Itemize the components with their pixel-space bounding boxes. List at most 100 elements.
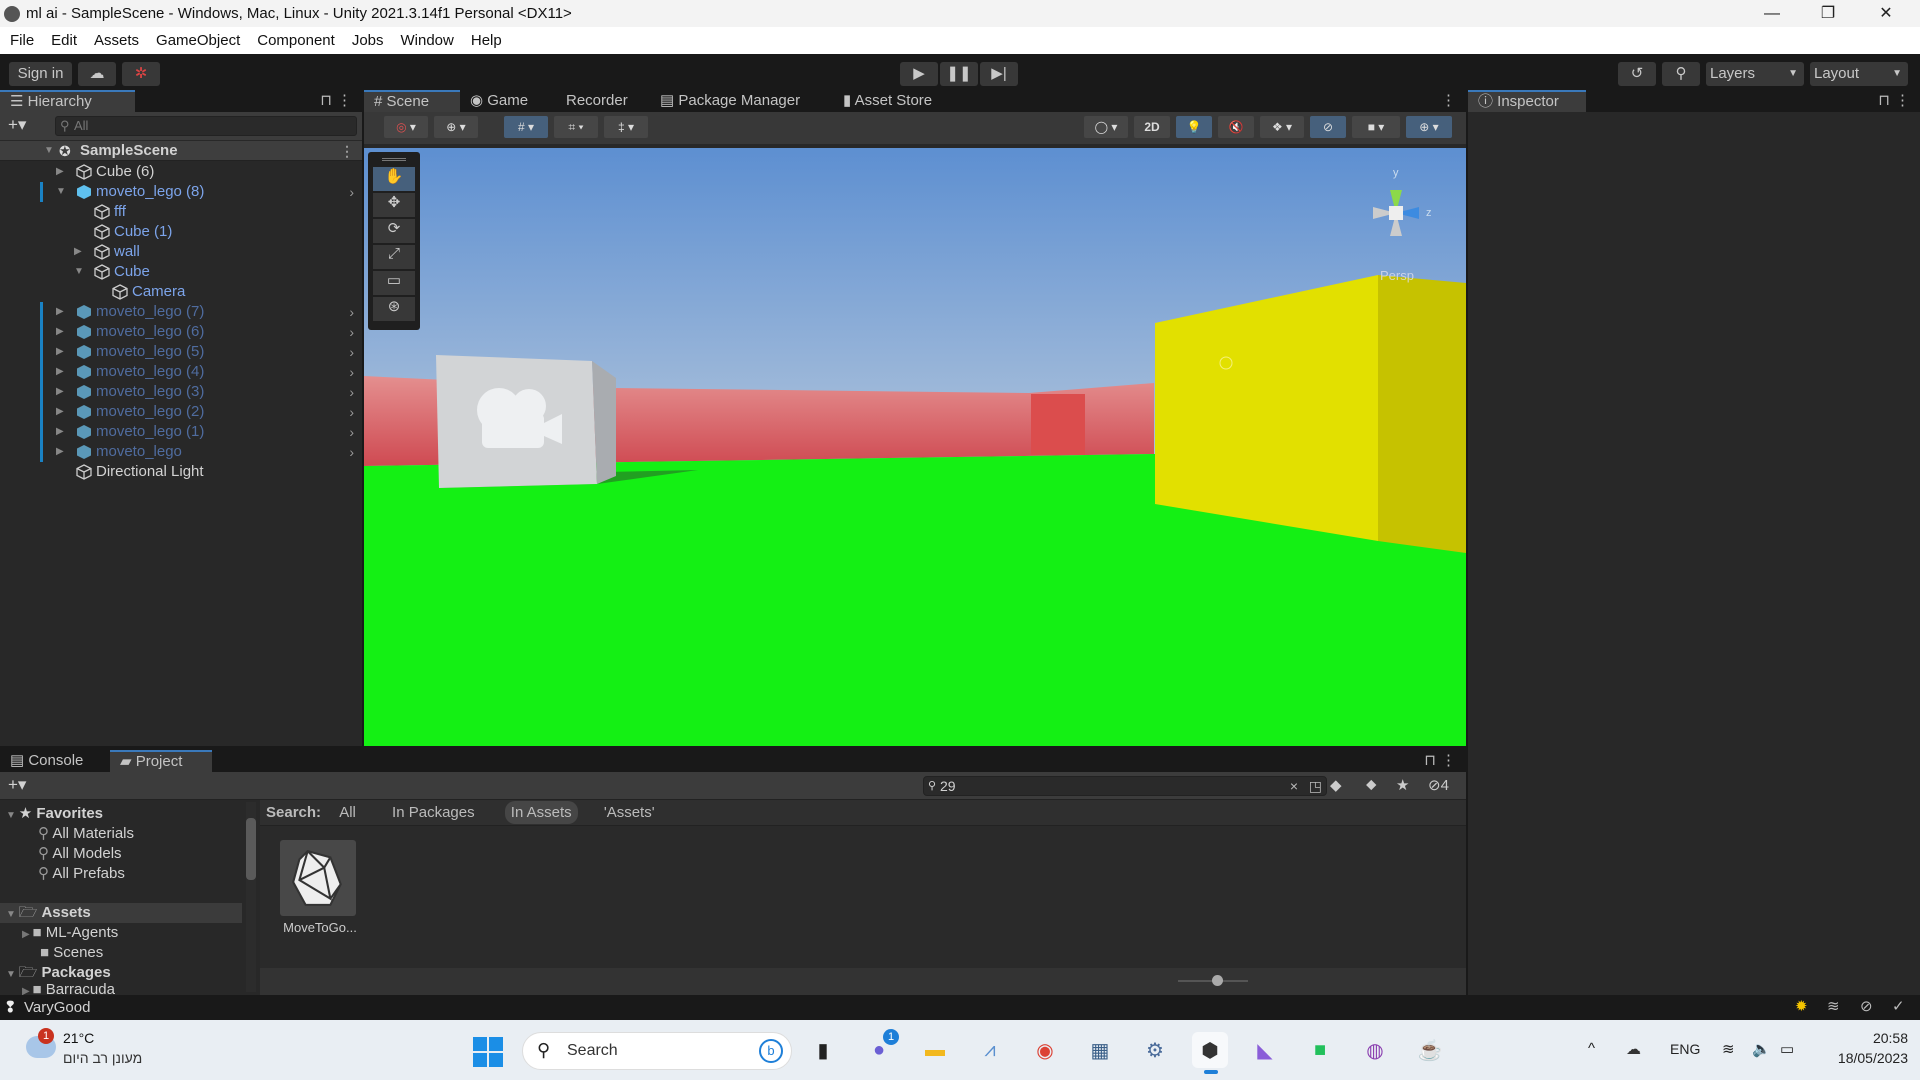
hierarchy-item[interactable]: ▶ wall	[0, 242, 362, 262]
global-local-dropdown[interactable]: ⊕ ▾	[434, 116, 478, 138]
open-prefab-chevron-icon[interactable]: ›	[349, 322, 354, 342]
hierarchy-item[interactable]: ▶ moveto_lego (7) ›	[0, 302, 362, 322]
expand-arrow-icon[interactable]: ▶	[56, 422, 64, 442]
layout-dropdown[interactable]: Layout ▼	[1810, 62, 1908, 86]
expand-arrow-icon[interactable]: ▶	[56, 442, 64, 462]
hierarchy-item[interactable]: Camera	[0, 282, 362, 302]
favorite-all-materials[interactable]: ⚲ All Materials	[38, 824, 134, 844]
expand-arrow-icon[interactable]: ▶	[56, 302, 64, 322]
hierarchy-item[interactable]: ▶ moveto_lego (1) ›	[0, 422, 362, 442]
scenes-folder[interactable]: ■ Scenes	[40, 943, 103, 963]
wifi-icon[interactable]: ≋	[1722, 1040, 1735, 1058]
taskbar-search-box[interactable]: ⚲ Search b	[522, 1032, 792, 1070]
menu-gameobject[interactable]: GameObject	[156, 32, 240, 49]
scene-visibility-toggle[interactable]: ⊘	[1310, 116, 1346, 138]
tab-asset-store[interactable]: ▮ Asset Store	[833, 90, 942, 112]
search-by-label-icon[interactable]: ⬥	[1366, 776, 1377, 793]
create-add-button[interactable]: +▾	[8, 115, 26, 135]
expand-arrow-icon[interactable]: ▶	[56, 382, 64, 402]
scene-viewport[interactable]: y z Persp ✋ ✥ ⟳ ⤢ ▭ ⊛	[364, 148, 1466, 746]
pause-button[interactable]: ❚❚	[940, 62, 978, 86]
open-prefab-chevron-icon[interactable]: ›	[349, 402, 354, 422]
more-options-icon[interactable]: ⋮	[1441, 91, 1456, 109]
favorite-star-icon[interactable]: ★	[1396, 776, 1409, 794]
minimize-button[interactable]: —	[1744, 0, 1800, 27]
gizmos-dropdown[interactable]: ⊕ ▾	[1406, 116, 1452, 138]
project-search-input[interactable]: ⚲ 29 × ◳	[923, 776, 1327, 796]
hierarchy-item[interactable]: fff	[0, 202, 362, 222]
scrollbar-thumb[interactable]	[246, 818, 256, 880]
clear-search-icon[interactable]: ×	[1290, 777, 1298, 795]
status-message[interactable]: VaryGood	[24, 999, 90, 1016]
hierarchy-search-input[interactable]: ⚲ All	[55, 116, 357, 136]
weather-temp[interactable]: 21°C	[63, 1030, 94, 1046]
hierarchy-item[interactable]: Directional Light	[0, 462, 362, 482]
2d-toggle[interactable]: 2D	[1134, 116, 1170, 138]
favorites-header[interactable]: ▼ ★ Favorites	[6, 804, 103, 824]
draw-mode-dropdown[interactable]: ◎ ▾	[384, 116, 428, 138]
more-options-icon[interactable]: ⋮	[1895, 91, 1910, 109]
hierarchy-item[interactable]: ▶ moveto_lego (3) ›	[0, 382, 362, 402]
open-prefab-chevron-icon[interactable]: ›	[349, 302, 354, 322]
clock-date[interactable]: 18/05/2023	[1822, 1050, 1908, 1066]
lock-icon[interactable]: ⊓	[1878, 91, 1890, 109]
filter-in-assets[interactable]: In Assets	[504, 801, 578, 824]
calculator-icon[interactable]: ▦	[1082, 1032, 1118, 1068]
barracuda-folder[interactable]: ▶ ■ Barracuda	[22, 983, 115, 995]
audio-toggle[interactable]: 🔇	[1218, 116, 1254, 138]
menu-assets[interactable]: Assets	[94, 32, 139, 49]
packages-folder[interactable]: ▼ 🗁 Packages	[6, 963, 111, 983]
tab-console[interactable]: ▤ Console	[0, 750, 93, 772]
tab-package-manager[interactable]: ▤ Package Manager	[650, 90, 810, 112]
step-button[interactable]: ▶|	[980, 62, 1018, 86]
tab-project[interactable]: ▰ Project	[110, 750, 212, 772]
expand-arrow-icon[interactable]: ▶	[56, 162, 64, 182]
expand-arrow-icon[interactable]: ▶	[56, 402, 64, 422]
more-options-icon[interactable]: ⋮	[1441, 751, 1456, 769]
java-icon[interactable]: ☕	[1412, 1032, 1448, 1068]
settings-icon[interactable]: ⚙	[1137, 1032, 1173, 1068]
rotate-tool[interactable]: ⟳	[373, 219, 415, 243]
task-view-icon[interactable]: ▮	[805, 1032, 841, 1068]
assets-folder[interactable]: ▼ 🗁 Assets	[0, 903, 242, 923]
tab-game[interactable]: ◉ Game	[460, 90, 538, 112]
open-prefab-chevron-icon[interactable]: ›	[349, 362, 354, 382]
favorite-all-models[interactable]: ⚲ All Models	[38, 844, 122, 864]
search-button[interactable]: ⚲	[1662, 62, 1700, 86]
visual-studio-icon[interactable]: ◣	[1247, 1032, 1283, 1068]
tab-hierarchy[interactable]: ☰ Hierarchy	[0, 90, 135, 112]
close-button[interactable]: ✕	[1858, 0, 1914, 27]
expand-arrow-icon[interactable]: ▼	[74, 262, 84, 282]
cache-server-icon[interactable]: ≋	[1827, 997, 1840, 1015]
expand-arrow-icon[interactable]: ▶	[74, 242, 82, 262]
chrome-icon[interactable]: ◉	[1027, 1032, 1063, 1068]
clock-time[interactable]: 20:58	[1842, 1030, 1908, 1046]
scene-root-row[interactable]: ▼ ✪ SampleScene ⋮	[0, 141, 362, 161]
layers-dropdown[interactable]: Layers ▼	[1706, 62, 1804, 86]
hierarchy-item[interactable]: ▼ Cube	[0, 262, 362, 282]
collab-button[interactable]: ✲	[122, 62, 160, 86]
sign-in-button[interactable]: Sign in	[9, 62, 72, 86]
hierarchy-item[interactable]: ▶ moveto_lego (4) ›	[0, 362, 362, 382]
menu-jobs[interactable]: Jobs	[352, 32, 384, 49]
hierarchy-item[interactable]: ▶ moveto_lego (2) ›	[0, 402, 362, 422]
lighting-toggle[interactable]: 💡	[1176, 116, 1212, 138]
hierarchy-item[interactable]: ▼ moveto_lego (8) ›	[0, 182, 362, 202]
search-popout-icon[interactable]: ◳	[1309, 777, 1322, 795]
hidden-packages-toggle[interactable]: ⊘4	[1428, 776, 1449, 794]
increment-snap-dropdown[interactable]: ‡ ▾	[604, 116, 648, 138]
snap-toggle[interactable]: ⌗ ▾	[554, 116, 598, 138]
progress-check-icon[interactable]: ✓	[1892, 997, 1905, 1015]
menu-edit[interactable]: Edit	[51, 32, 77, 49]
open-prefab-chevron-icon[interactable]: ›	[349, 382, 354, 402]
filter-all[interactable]: All	[339, 804, 356, 821]
icon-size-slider-handle[interactable]	[1212, 975, 1223, 986]
restore-button[interactable]: ❐	[1800, 0, 1856, 27]
battery-icon[interactable]: ▭	[1780, 1040, 1794, 1058]
transform-tool[interactable]: ⊛	[373, 297, 415, 321]
ml-agents-folder[interactable]: ▶ ■ ML-Agents	[22, 923, 118, 943]
menu-component[interactable]: Component	[257, 32, 335, 49]
tab-recorder[interactable]: Recorder	[556, 90, 638, 112]
folder-tree-scrollbar[interactable]	[246, 802, 256, 992]
pycharm-icon[interactable]: ■	[1302, 1032, 1338, 1068]
